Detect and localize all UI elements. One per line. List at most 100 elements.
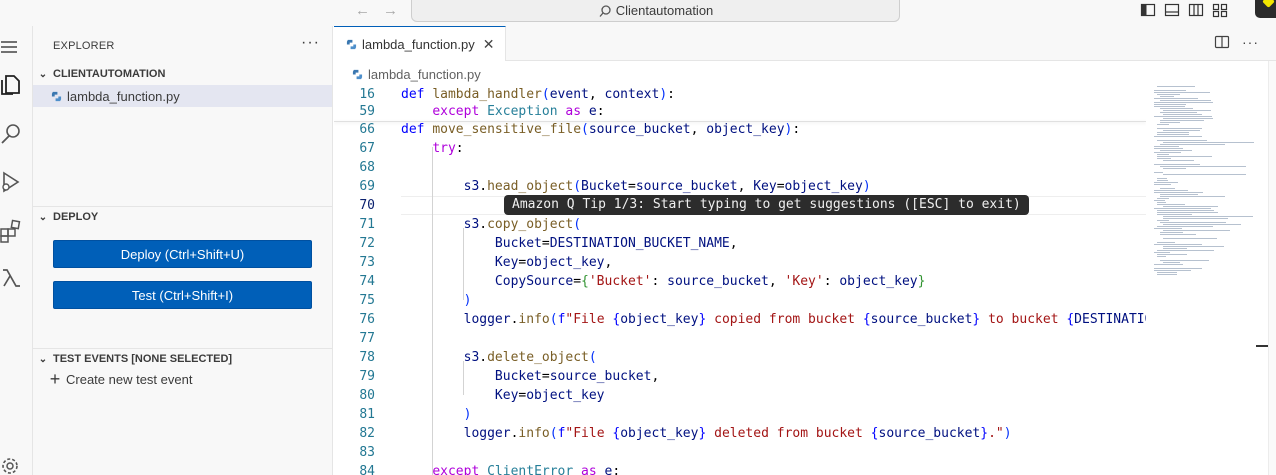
toggle-primary-sidebar-icon[interactable] — [1140, 2, 1156, 18]
arrow-left-icon[interactable]: ← — [355, 2, 370, 19]
minimap-line — [1157, 256, 1166, 257]
minimap-line — [1157, 254, 1187, 255]
folder-section-header[interactable]: ⌄ CLIENTAUTOMATION — [33, 63, 333, 85]
create-test-event-item[interactable]: + Create new test event — [45, 370, 193, 388]
minimap-line — [1163, 174, 1246, 175]
code-line: 75 ) — [359, 293, 472, 308]
minimap-line — [1157, 154, 1169, 155]
code-line: 77 — [359, 331, 375, 346]
minimap-line — [1154, 184, 1171, 185]
minimap-line — [1157, 214, 1192, 215]
code-line: 67 try: — [359, 141, 464, 156]
code-line: 79 Bucket=source_bucket, — [359, 369, 660, 384]
minimap-line — [1157, 124, 1169, 125]
minimap-line — [1160, 188, 1175, 189]
minimap-line — [1157, 178, 1167, 179]
minimap-line — [1157, 226, 1213, 227]
search-icon — [599, 4, 611, 17]
amazon-q-tip: Amazon Q Tip 1/3: Start typing to get su… — [504, 195, 1029, 215]
breadcrumb-file: lambda_function.py — [368, 67, 481, 82]
vertical-scrollbar[interactable] — [1268, 61, 1276, 475]
toggle-panel-icon[interactable] — [1164, 2, 1180, 18]
file-item-lambda[interactable]: lambda_function.py — [33, 85, 332, 107]
code-line: 74 CopySource={'Bucket': source_bucket, … — [359, 274, 926, 289]
python-file-icon — [352, 69, 363, 80]
minimap-line — [1163, 262, 1180, 263]
minimap-line — [1154, 182, 1178, 183]
toggle-secondary-sidebar-icon[interactable] — [1188, 2, 1204, 18]
minimap-line — [1154, 146, 1179, 147]
minimap-line — [1163, 160, 1194, 161]
minimap-line — [1163, 114, 1202, 115]
code-line: 81 ) — [359, 407, 472, 422]
code-line: 66 def move_sensitive_file(source_bucket,… — [359, 122, 801, 137]
files-icon[interactable] — [0, 73, 24, 97]
minimap-line — [1160, 112, 1197, 113]
extensions-icon[interactable] — [0, 219, 24, 243]
minimap-line — [1154, 172, 1163, 173]
minimap-line — [1154, 268, 1202, 269]
tab-lambda-function[interactable]: lambda_function.py ✕ — [334, 26, 506, 61]
chevron-down-icon: ⌄ — [38, 68, 48, 80]
minimap-line — [1154, 192, 1203, 193]
minimap-line — [1157, 128, 1202, 129]
minimap-line — [1160, 122, 1180, 123]
code-line: 83 — [359, 445, 375, 460]
command-center-search[interactable]: Clientautomation — [411, 0, 900, 22]
minimap-line — [1160, 150, 1192, 151]
minimap-line — [1163, 248, 1187, 249]
minimap-line — [1163, 238, 1217, 239]
minimap-line — [1160, 96, 1174, 97]
minimap-line — [1157, 242, 1175, 243]
minimap-line — [1157, 180, 1168, 181]
minimap-line — [1163, 218, 1228, 219]
more-actions-icon[interactable]: ··· — [1242, 34, 1259, 50]
minimap-line — [1154, 106, 1185, 107]
breadcrumb[interactable]: lambda_function.py — [352, 67, 481, 82]
deploy-section-header[interactable]: ⌄ DEPLOY — [33, 206, 333, 228]
minimap-line — [1157, 210, 1214, 211]
menu-icon[interactable] — [0, 36, 24, 60]
minimap-line — [1163, 168, 1186, 169]
settings-icon[interactable] — [0, 454, 24, 475]
code-line: 78 s3.delete_object( — [359, 350, 597, 365]
test-events-section-header[interactable]: ⌄ TEST EVENTS [NONE SELECTED] — [33, 348, 333, 370]
minimap-line — [1154, 90, 1186, 91]
lambda-icon[interactable] — [0, 266, 24, 290]
minimap-line — [1154, 102, 1213, 103]
minimap-line — [1157, 86, 1195, 87]
python-file-icon — [51, 91, 62, 101]
create-test-event-label: Create new test event — [66, 371, 193, 387]
search-icon[interactable] — [0, 122, 24, 146]
minimap-line — [1163, 130, 1200, 131]
minimap-line — [1163, 206, 1218, 207]
customize-layout-icon[interactable] — [1212, 2, 1228, 18]
test-button[interactable]: Test (Ctrl+Shift+I) — [53, 281, 312, 309]
code-line: 84 except ClientError as e: — [359, 464, 621, 475]
editor-actions: ··· — [1214, 34, 1259, 50]
minimap-line — [1160, 234, 1196, 235]
minimap-line — [1157, 132, 1189, 133]
minimap-line — [1160, 222, 1226, 223]
arrow-right-icon[interactable]: → — [383, 2, 398, 19]
run-debug-icon[interactable] — [0, 170, 24, 194]
minimap-line — [1160, 108, 1193, 109]
sidebar-title: EXPLORER — [53, 40, 115, 52]
minimap-line — [1154, 92, 1210, 93]
minimap-line — [1157, 156, 1212, 157]
title-bar: ← → Clientautomation — [0, 0, 1276, 26]
code-editor[interactable]: 16 def lambda_handler(event, context): 59… — [334, 85, 1146, 475]
split-editor-icon[interactable] — [1214, 34, 1230, 50]
minimap-line — [1157, 198, 1169, 199]
minimap-line — [1163, 142, 1254, 143]
scrollbar-position-marker — [1256, 345, 1268, 347]
minimap-line — [1157, 202, 1166, 203]
minimap[interactable] — [1146, 61, 1268, 475]
close-icon[interactable]: ✕ — [483, 36, 495, 53]
minimap-line — [1160, 260, 1209, 261]
deploy-button[interactable]: Deploy (Ctrl+Shift+U) — [53, 240, 312, 268]
minimap-line — [1163, 224, 1241, 225]
more-actions-icon[interactable]: ··· — [301, 34, 320, 52]
deploy-section-label: DEPLOY — [53, 211, 99, 223]
minimap-line — [1154, 98, 1198, 99]
